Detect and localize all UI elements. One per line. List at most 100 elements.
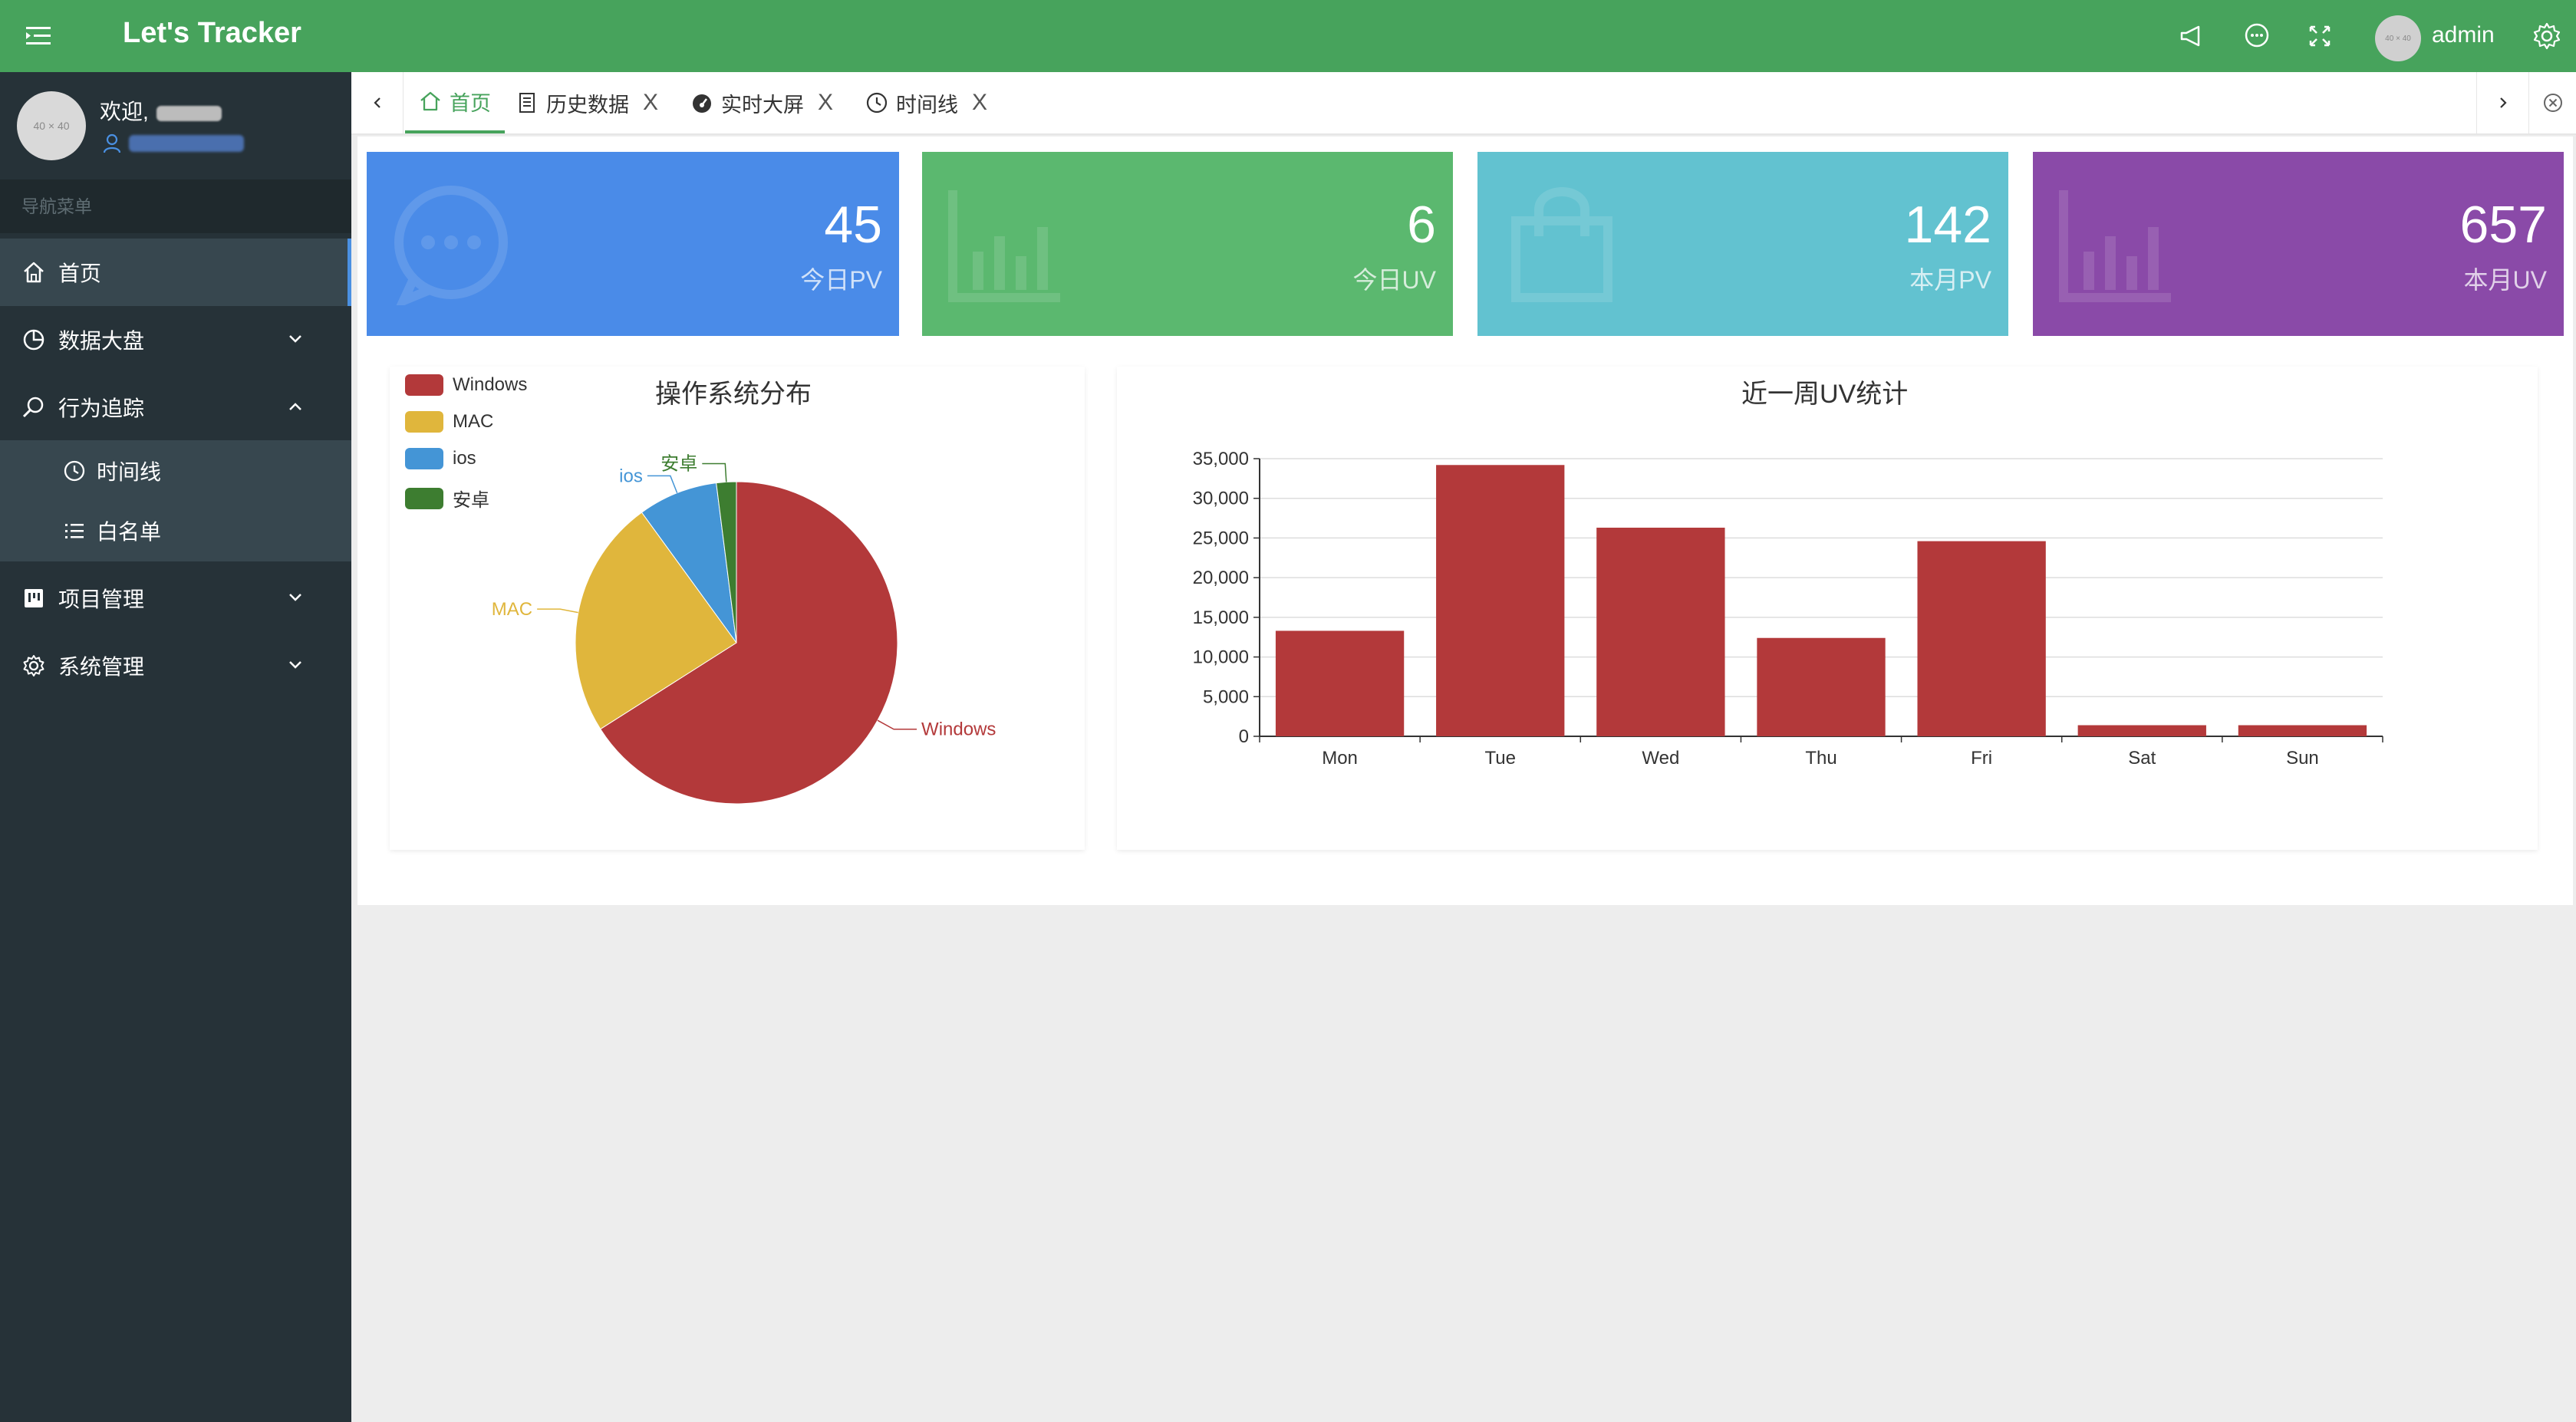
pie-label-line: [702, 462, 727, 482]
weekly-uv-panel: 近一周UV统计 0 5,000 10,000 15,000 20,000 25,000 30…: [1117, 367, 2538, 850]
pie-chart: Windows MAC ios 安卓: [492, 453, 996, 805]
bar[interactable]: [1436, 465, 1565, 736]
message-icon[interactable]: [2242, 21, 2272, 51]
sidebar-item-label: 白名单: [97, 520, 162, 544]
sidebar-item-label: 首页: [58, 262, 102, 285]
bar[interactable]: [1757, 637, 1886, 736]
tab-close-button[interactable]: X: [643, 90, 658, 116]
sidebar-item-label: 行为追踪: [58, 397, 145, 420]
stat-label: 本月UV: [2463, 266, 2547, 294]
chevron-down-icon: [289, 335, 301, 343]
tab-timeline[interactable]: 时间线 X: [865, 72, 987, 133]
app-title: Let's Tracker: [123, 17, 301, 49]
announcement-icon[interactable]: [2177, 21, 2208, 51]
sidebar-item-label: 项目管理: [58, 588, 145, 611]
search-icon: [22, 397, 44, 418]
stat-card-month-uv: 657 本月UV: [2033, 152, 2564, 336]
stat-label: 今日UV: [1352, 266, 1436, 294]
sidebar-user-info: [103, 132, 244, 155]
bar-chart-icon: [948, 190, 1060, 302]
tab-realtime[interactable]: 实时大屏 X: [690, 72, 833, 133]
stat-card-today-uv: 6 今日UV: [922, 152, 1453, 336]
menu-toggle-icon[interactable]: [23, 21, 54, 51]
chevron-right-icon: [2499, 97, 2507, 108]
home-icon: [24, 262, 44, 283]
x-tick-label: Thu: [1805, 748, 1836, 769]
pie-label-line: [877, 719, 917, 730]
y-tick-label: 35,000: [1193, 449, 1249, 469]
x-tick-label: Mon: [1322, 748, 1358, 769]
dashboard-icon: [693, 94, 711, 113]
sidebar-item-whitelist[interactable]: 白名单: [0, 500, 351, 561]
y-tick-label: 15,000: [1193, 607, 1249, 628]
nav-header: 导航菜单: [0, 179, 351, 233]
bar[interactable]: [2077, 725, 2206, 736]
chat-icon: [394, 186, 508, 305]
top-bar: Let's Tracker 40 × 40 admin: [0, 0, 2576, 72]
user-name[interactable]: admin: [2432, 22, 2495, 48]
bar[interactable]: [1917, 541, 2046, 736]
pie-slice-label: Windows: [921, 719, 996, 740]
bar-chart-icon: [2059, 190, 2171, 302]
home-icon: [420, 91, 440, 111]
bar[interactable]: [1596, 527, 1725, 736]
sidebar: 40 × 40 欢迎, 导航菜单 首页 数据大盘 行为追踪 时间线 白名单 项目…: [0, 72, 351, 1422]
y-tick-label: 30,000: [1193, 489, 1249, 509]
pie-label-line: [647, 475, 678, 494]
tab-label: 历史数据: [546, 93, 629, 117]
welcome-text: 欢迎,: [100, 95, 222, 126]
gear-icon: [23, 655, 44, 676]
stat-label: 本月PV: [1909, 266, 1991, 294]
redacted-user-info: [129, 135, 244, 152]
pie-chart-icon: [23, 329, 44, 351]
sidebar-item-label: 时间线: [97, 460, 162, 484]
sidebar-item-label: 数据大盘: [58, 329, 145, 353]
x-tick-label: Tue: [1484, 748, 1515, 769]
fullscreen-icon[interactable]: [2304, 21, 2335, 51]
shopping-bag-icon: [1511, 187, 1612, 302]
stat-card-month-pv: 142 本月PV: [1477, 152, 2008, 336]
tab-close-button[interactable]: X: [818, 90, 833, 116]
main-content: 45 今日PV 6 今日UV 142 本月PV 657 本月UV 操作系统分布: [357, 137, 2573, 905]
x-tick-label: Wed: [1642, 748, 1679, 769]
sidebar-item-timeline[interactable]: 时间线: [0, 440, 351, 502]
y-tick-label: 10,000: [1193, 647, 1249, 668]
stat-value: 657: [2459, 196, 2547, 254]
settings-icon[interactable]: [2532, 21, 2562, 51]
tabs-scroll-right-button[interactable]: [2476, 72, 2528, 133]
stat-value: 6: [1407, 196, 1436, 254]
sidebar-user-panel: 40 × 40 欢迎,: [0, 72, 351, 179]
stat-card-today-pv: 45 今日PV: [367, 152, 899, 336]
tabs-scroll-left-button[interactable]: [351, 72, 404, 133]
chevron-down-icon: [289, 594, 301, 601]
sidebar-item-system[interactable]: 系统管理: [0, 632, 351, 699]
tab-home[interactable]: 首页: [405, 72, 505, 133]
sidebar-item-label: 系统管理: [58, 655, 145, 679]
bar[interactable]: [1275, 630, 1405, 736]
tab-label: 首页: [450, 91, 491, 115]
sidebar-item-projects[interactable]: 项目管理: [0, 565, 351, 632]
board-icon: [25, 589, 43, 607]
chevron-left-icon: [373, 97, 380, 108]
y-tick-label: 5,000: [1203, 686, 1249, 707]
document-icon: [519, 93, 535, 113]
pie-slice-label: MAC: [492, 599, 532, 620]
sidebar-item-home[interactable]: 首页: [0, 239, 351, 306]
bar-chart: 0 5,000 10,000 15,000 20,000 25,000 30,000 35,0…: [1193, 449, 2383, 769]
clock-icon: [866, 92, 888, 114]
y-tick-label: 0: [1239, 726, 1249, 747]
tab-history[interactable]: 历史数据 X: [516, 72, 658, 133]
y-tick-label: 20,000: [1193, 568, 1249, 588]
sidebar-item-behavior[interactable]: 行为追踪: [0, 374, 351, 441]
stat-label: 今日PV: [800, 266, 882, 294]
os-distribution-panel: 操作系统分布 Windows MAC ios 安卓 Windows MAC ios 安…: [390, 367, 1085, 850]
user-avatar[interactable]: 40 × 40: [2375, 15, 2421, 61]
tabs-close-all-button[interactable]: [2528, 72, 2576, 133]
tab-label: 时间线: [896, 93, 958, 117]
stat-value: 142: [1904, 196, 1991, 254]
sidebar-item-dashboard[interactable]: 数据大盘: [0, 306, 351, 374]
sidebar-submenu: 时间线 白名单: [0, 440, 351, 561]
redacted-username: [156, 105, 222, 121]
bar[interactable]: [2238, 725, 2367, 736]
tab-close-button[interactable]: X: [972, 90, 987, 116]
